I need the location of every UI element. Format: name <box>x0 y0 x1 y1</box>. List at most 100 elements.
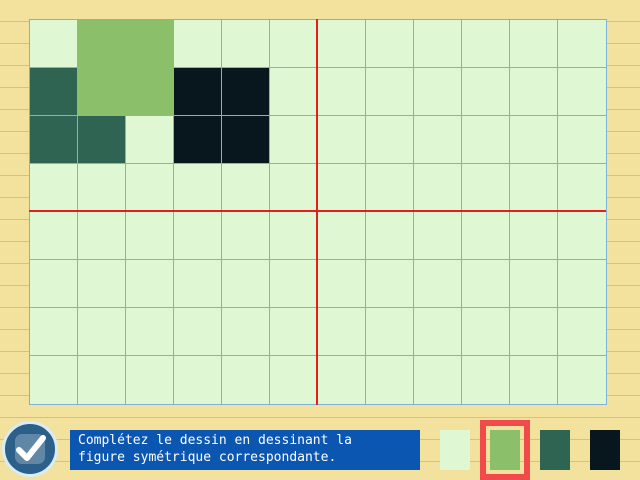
grid-cell[interactable] <box>78 20 126 68</box>
grid-cell[interactable] <box>558 164 606 212</box>
grid-cell[interactable] <box>366 260 414 308</box>
grid-cell[interactable] <box>222 68 270 116</box>
grid-cell[interactable] <box>510 20 558 68</box>
grid-cell[interactable] <box>414 212 462 260</box>
grid-cell[interactable] <box>270 164 318 212</box>
grid-cell[interactable] <box>558 212 606 260</box>
grid-cell[interactable] <box>126 116 174 164</box>
grid-cell[interactable] <box>222 308 270 356</box>
grid-cell[interactable] <box>366 164 414 212</box>
grid-cell[interactable] <box>510 68 558 116</box>
grid-cell[interactable] <box>462 356 510 404</box>
grid-cell[interactable] <box>558 308 606 356</box>
grid-cell[interactable] <box>222 260 270 308</box>
grid-cell[interactable] <box>462 164 510 212</box>
color-swatch-light-green[interactable] <box>480 420 530 480</box>
color-swatch-dark-green[interactable] <box>540 430 570 470</box>
grid-cell[interactable] <box>366 356 414 404</box>
grid-cell[interactable] <box>510 212 558 260</box>
grid-cell[interactable] <box>78 68 126 116</box>
grid-cell[interactable] <box>510 308 558 356</box>
grid-cell[interactable] <box>78 260 126 308</box>
grid-cell[interactable] <box>414 164 462 212</box>
grid-cell[interactable] <box>270 212 318 260</box>
grid-cell[interactable] <box>174 68 222 116</box>
grid-cell[interactable] <box>510 116 558 164</box>
grid-cell[interactable] <box>78 164 126 212</box>
grid-cell[interactable] <box>366 212 414 260</box>
grid-cell[interactable] <box>270 116 318 164</box>
grid-cell[interactable] <box>318 116 366 164</box>
grid-cell[interactable] <box>78 212 126 260</box>
grid-cell[interactable] <box>126 68 174 116</box>
grid-cell[interactable] <box>414 260 462 308</box>
grid-cell[interactable] <box>462 212 510 260</box>
grid-cell[interactable] <box>414 116 462 164</box>
grid-cell[interactable] <box>366 116 414 164</box>
grid-cell[interactable] <box>222 356 270 404</box>
grid-cell[interactable] <box>174 212 222 260</box>
grid-cell[interactable] <box>30 212 78 260</box>
grid-cell[interactable] <box>270 68 318 116</box>
grid-cell[interactable] <box>510 356 558 404</box>
grid-cell[interactable] <box>558 68 606 116</box>
grid-cell[interactable] <box>270 260 318 308</box>
grid-cell[interactable] <box>414 20 462 68</box>
grid-cell[interactable] <box>126 356 174 404</box>
grid-cell[interactable] <box>318 20 366 68</box>
grid-cell[interactable] <box>366 68 414 116</box>
grid-cell[interactable] <box>222 164 270 212</box>
grid-cell[interactable] <box>30 20 78 68</box>
color-swatch-black[interactable] <box>590 430 620 470</box>
grid-cell[interactable] <box>78 356 126 404</box>
grid-cell[interactable] <box>462 68 510 116</box>
grid-cell[interactable] <box>462 20 510 68</box>
grid-cell[interactable] <box>126 164 174 212</box>
grid-cell[interactable] <box>462 308 510 356</box>
grid-cell[interactable] <box>222 20 270 68</box>
grid-cell[interactable] <box>222 116 270 164</box>
grid-cell[interactable] <box>558 260 606 308</box>
grid-cell[interactable] <box>174 356 222 404</box>
grid-cell[interactable] <box>558 356 606 404</box>
grid-cell[interactable] <box>174 20 222 68</box>
grid-cell[interactable] <box>318 212 366 260</box>
grid-cell[interactable] <box>510 260 558 308</box>
grid-cell[interactable] <box>174 260 222 308</box>
grid-cell[interactable] <box>318 68 366 116</box>
grid-cell[interactable] <box>30 308 78 356</box>
grid-cell[interactable] <box>126 212 174 260</box>
grid-cell[interactable] <box>318 260 366 308</box>
grid-cell[interactable] <box>174 308 222 356</box>
grid-cell[interactable] <box>558 20 606 68</box>
grid-cell[interactable] <box>318 356 366 404</box>
grid-cell[interactable] <box>126 260 174 308</box>
grid-cell[interactable] <box>78 308 126 356</box>
grid-cell[interactable] <box>30 356 78 404</box>
grid-cell[interactable] <box>414 308 462 356</box>
grid-cell[interactable] <box>366 20 414 68</box>
grid-cell[interactable] <box>78 116 126 164</box>
grid-cell[interactable] <box>318 164 366 212</box>
grid-cell[interactable] <box>30 68 78 116</box>
grid-cell[interactable] <box>30 260 78 308</box>
grid-cell[interactable] <box>462 260 510 308</box>
grid-cell[interactable] <box>414 356 462 404</box>
grid-cell[interactable] <box>126 308 174 356</box>
grid-cell[interactable] <box>510 164 558 212</box>
grid-cell[interactable] <box>270 356 318 404</box>
grid-cell[interactable] <box>126 20 174 68</box>
grid-cell[interactable] <box>366 308 414 356</box>
grid-cell[interactable] <box>30 116 78 164</box>
grid-cell[interactable] <box>270 308 318 356</box>
grid-cell[interactable] <box>30 164 78 212</box>
grid-cell[interactable] <box>270 20 318 68</box>
ok-button[interactable] <box>2 421 58 477</box>
grid-cell[interactable] <box>414 68 462 116</box>
grid-cell[interactable] <box>222 212 270 260</box>
grid-cell[interactable] <box>462 116 510 164</box>
grid-cell[interactable] <box>318 308 366 356</box>
symmetry-grid[interactable] <box>29 19 607 405</box>
grid-cell[interactable] <box>174 116 222 164</box>
grid-cell[interactable] <box>558 116 606 164</box>
